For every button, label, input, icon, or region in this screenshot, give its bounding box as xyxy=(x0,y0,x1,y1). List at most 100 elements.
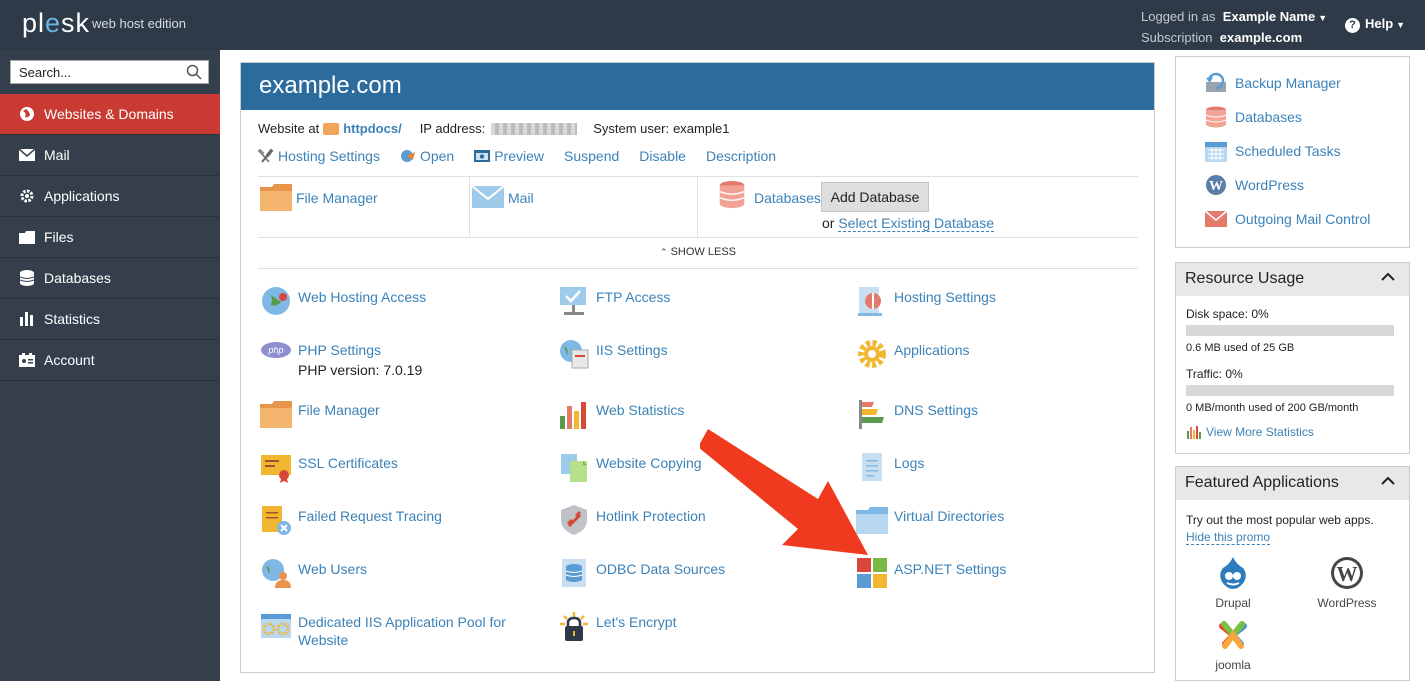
disk-space-label: Disk space: 0% xyxy=(1186,307,1269,321)
disable-action[interactable]: Disable xyxy=(639,148,686,164)
tool-web-hosting-access[interactable]: Web Hosting Access xyxy=(260,285,426,317)
sidebar-item-applications[interactable]: Applications xyxy=(0,176,220,217)
help-menu[interactable]: ? Help ▼ xyxy=(1345,16,1405,33)
quick-file-manager[interactable]: File Manager xyxy=(258,177,470,237)
right-link-label: Scheduled Tasks xyxy=(1235,143,1341,159)
chevron-up-icon[interactable] xyxy=(1381,272,1395,282)
tool-dedicated-iis-app-pool[interactable]: Dedicated IIS Application Pool for Websi… xyxy=(260,610,518,649)
tool-lets-encrypt[interactable]: Let's Encrypt xyxy=(558,610,677,642)
web-statistics-icon xyxy=(560,402,586,429)
open-action[interactable]: Open xyxy=(400,148,454,164)
tool-web-statistics[interactable]: Web Statistics xyxy=(558,398,684,430)
traffic-usage-detail: 0 MB/month used of 200 GB/month xyxy=(1186,402,1359,414)
resource-usage-header[interactable]: Resource Usage xyxy=(1176,263,1409,296)
docroot-link[interactable]: httpdocs/ xyxy=(343,121,402,136)
description-action[interactable]: Description xyxy=(706,148,776,164)
outgoing-mail-control-link[interactable]: Outgoing Mail Control xyxy=(1204,208,1370,230)
tool-label: Web Users xyxy=(298,561,367,577)
tool-applications[interactable]: Applications xyxy=(856,338,970,370)
quick-databases-link[interactable]: Databases xyxy=(754,190,821,206)
featured-intro: Try out the most popular web apps. xyxy=(1186,513,1374,527)
tool-odbc-data-sources[interactable]: ODBC Data Sources xyxy=(558,557,725,589)
subscription-value[interactable]: example.com xyxy=(1220,30,1302,45)
folder-icon xyxy=(18,229,36,245)
sidebar-item-statistics[interactable]: Statistics xyxy=(0,299,220,340)
view-more-statistics-link[interactable]: View More Statistics xyxy=(1186,425,1314,439)
mail-control-icon xyxy=(1204,210,1228,227)
chevron-up-icon[interactable] xyxy=(1381,476,1395,486)
quick-mail[interactable]: Mail xyxy=(470,177,698,237)
tool-ftp-access[interactable]: FTP Access xyxy=(558,285,670,317)
right-link-label: Backup Manager xyxy=(1235,75,1341,91)
bar-chart-icon xyxy=(18,311,36,327)
featured-applications-header[interactable]: Featured Applications xyxy=(1176,467,1409,500)
sidebar-item-databases[interactable]: Databases xyxy=(0,258,220,299)
app-joomla[interactable]: joomla xyxy=(1193,618,1273,672)
show-less-toggle[interactable]: ⌃ SHOW LESS xyxy=(258,239,1138,269)
virtual-folder-icon xyxy=(856,507,888,534)
disk-usage-bar xyxy=(1186,325,1394,336)
subscription-label: Subscription xyxy=(1141,30,1213,45)
top-bar: plesk web host edition Logged in as Exam… xyxy=(0,0,1425,50)
scheduled-tasks-link[interactable]: Scheduled Tasks xyxy=(1204,140,1341,162)
select-existing-database-link[interactable]: Select Existing Database xyxy=(838,215,994,232)
hosting-settings-action[interactable]: Hosting Settings xyxy=(258,148,380,164)
tool-web-users[interactable]: Web Users xyxy=(260,557,367,589)
tool-ssl-certificates[interactable]: SSL Certificates xyxy=(260,451,398,483)
wordpress-link[interactable]: W WordPress xyxy=(1204,174,1304,196)
sidebar-item-files[interactable]: Files xyxy=(0,217,220,258)
hosting-settings-icon xyxy=(858,287,882,316)
tool-iis-settings[interactable]: IIS Settings xyxy=(558,338,668,370)
plesk-logo[interactable]: plesk xyxy=(22,8,90,39)
action-label: Hosting Settings xyxy=(278,148,380,164)
preview-action[interactable]: Preview xyxy=(474,148,544,164)
applications-gear-icon xyxy=(858,340,886,368)
suspend-action[interactable]: Suspend xyxy=(564,148,619,164)
tool-label: Hotlink Protection xyxy=(596,508,706,524)
disk-usage-detail: 0.6 MB used of 25 GB xyxy=(1186,342,1295,354)
iis-icon xyxy=(560,340,589,369)
app-label: joomla xyxy=(1215,658,1251,672)
tool-php-settings[interactable]: php PHP Settings PHP version: 7.0.19 xyxy=(260,338,422,379)
sidebar-item-websites-domains[interactable]: Websites & Domains xyxy=(0,94,220,135)
sidebar-item-mail[interactable]: Mail xyxy=(0,135,220,176)
search-icon[interactable] xyxy=(186,64,202,80)
tool-logs[interactable]: Logs xyxy=(856,451,924,483)
user-name: Example Name xyxy=(1222,9,1316,24)
tool-dns-settings[interactable]: DNS Settings xyxy=(856,398,978,430)
tool-file-manager[interactable]: File Manager xyxy=(260,398,380,430)
chevron-down-icon: ▼ xyxy=(1396,20,1406,30)
tool-label: FTP Access xyxy=(596,289,671,305)
user-menu[interactable]: Example Name ▼ xyxy=(1223,9,1327,24)
lets-encrypt-icon xyxy=(560,612,588,641)
web-users-icon xyxy=(262,559,291,588)
site-info-line: Website at httpdocs/ IP address: System … xyxy=(258,121,729,136)
tool-website-copying[interactable]: Website Copying xyxy=(558,451,702,483)
tool-virtual-directories[interactable]: Virtual Directories xyxy=(856,504,1004,536)
preview-icon xyxy=(474,150,491,162)
tool-hosting-settings[interactable]: Hosting Settings xyxy=(856,285,996,317)
sidebar-item-label: Mail xyxy=(44,147,70,163)
tool-aspnet-settings[interactable]: ASP.NET Settings xyxy=(856,557,1006,589)
tool-label: Hosting Settings xyxy=(894,289,996,305)
sidebar-item-account[interactable]: Account xyxy=(0,340,220,381)
app-drupal[interactable]: Drupal xyxy=(1193,556,1273,610)
databases-link[interactable]: Databases xyxy=(1204,106,1302,128)
quick-label: File Manager xyxy=(296,190,378,206)
tool-hotlink-protection[interactable]: Hotlink Protection xyxy=(558,504,706,536)
right-tools-panel: Backup Manager Databases Scheduled Tasks… xyxy=(1175,56,1410,248)
select-existing-line: or Select Existing Database xyxy=(822,215,994,232)
hide-promo-link[interactable]: Hide this promo xyxy=(1186,530,1271,545)
add-database-button[interactable]: Add Database xyxy=(821,182,929,212)
panel-title: Featured Applications xyxy=(1185,474,1339,491)
ip-label: IP address: xyxy=(419,121,486,136)
php-icon: php xyxy=(261,342,291,358)
tool-failed-request-tracing[interactable]: Failed Request Tracing xyxy=(260,504,442,536)
traffic-usage-bar xyxy=(1186,385,1394,396)
system-user-value: example1 xyxy=(673,121,730,136)
search-input[interactable] xyxy=(11,61,181,83)
globe-icon xyxy=(18,106,36,122)
app-wordpress[interactable]: W WordPress xyxy=(1307,556,1387,610)
backup-manager-link[interactable]: Backup Manager xyxy=(1204,72,1341,94)
domain-actions: Hosting Settings Open Preview Suspend Di… xyxy=(258,148,796,164)
